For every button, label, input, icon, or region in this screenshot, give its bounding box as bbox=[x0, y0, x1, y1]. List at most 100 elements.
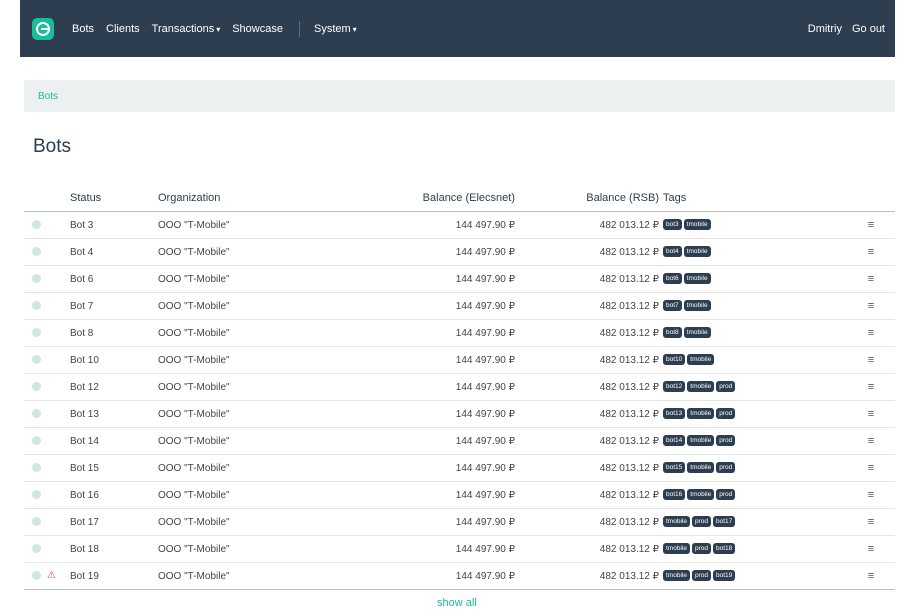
tag-badge[interactable]: tmobile bbox=[687, 408, 715, 420]
bot-name[interactable]: Bot 18 bbox=[70, 535, 158, 563]
tag-badge[interactable]: prod bbox=[716, 435, 736, 447]
tags-cell: bot3 tmobile bbox=[663, 211, 847, 239]
user-name-link[interactable]: Dmitriy bbox=[808, 23, 842, 35]
status-dot-icon bbox=[32, 301, 41, 311]
tag-badge[interactable]: tmobile bbox=[687, 435, 715, 447]
table-row[interactable]: Bot 4 OOO "T-Mobile" 144 497.90 ₽482 013.1… bbox=[24, 238, 895, 266]
tag-badge[interactable]: tmobile bbox=[663, 570, 690, 582]
bot-name[interactable]: Bot 19 bbox=[70, 562, 158, 590]
row-menu-button[interactable]: ≡ bbox=[847, 562, 895, 590]
tag-badge[interactable]: bot18 bbox=[712, 543, 736, 555]
status-cell bbox=[24, 346, 70, 374]
row-menu-button[interactable]: ≡ bbox=[847, 211, 895, 239]
row-menu-button[interactable]: ≡ bbox=[847, 508, 895, 536]
nav-showcase[interactable]: Showcase bbox=[232, 23, 283, 35]
bot-name[interactable]: Bot 13 bbox=[70, 400, 158, 428]
tag-badge[interactable]: bot17 bbox=[712, 516, 736, 528]
row-menu-button[interactable]: ≡ bbox=[847, 319, 895, 347]
table-row[interactable]: Bot 8 OOO "T-Mobile" 144 497.90 ₽482 013.1… bbox=[24, 319, 895, 347]
tag-badge[interactable]: tmobile bbox=[687, 381, 715, 393]
tags-cell: bot12 tmobile prod bbox=[663, 373, 847, 401]
bot-name[interactable]: Bot 16 bbox=[70, 481, 158, 509]
tag-badge[interactable]: bot4 bbox=[663, 246, 682, 258]
status-dot-icon bbox=[32, 409, 41, 419]
tag-badge[interactable]: tmobile bbox=[663, 543, 690, 555]
tag-badge[interactable]: tmobile bbox=[683, 246, 711, 258]
row-menu-button[interactable]: ≡ bbox=[847, 427, 895, 455]
tag-badge[interactable]: bot15 bbox=[663, 462, 686, 474]
row-menu-button[interactable]: ≡ bbox=[847, 292, 895, 320]
bot-name[interactable]: Bot 12 bbox=[70, 373, 158, 401]
table-row[interactable]: Bot 15 OOO "T-Mobile" 144 497.90 ₽482 013.… bbox=[24, 454, 895, 482]
tag-badge[interactable]: bot6 bbox=[663, 273, 682, 285]
tag-badge[interactable]: prod bbox=[716, 381, 736, 393]
tag-badge[interactable]: bot12 bbox=[663, 381, 686, 393]
tag-badge[interactable]: bot14 bbox=[663, 435, 686, 447]
organization-cell: OOO "T-Mobile" bbox=[158, 562, 313, 590]
table-row[interactable]: Bot 14 OOO "T-Mobile" 144 497.90 ₽482 013.… bbox=[24, 427, 895, 455]
table-row[interactable]: Bot 17 OOO "T-Mobile" 144 497.90 ₽482 013.… bbox=[24, 508, 895, 536]
tag-badge[interactable]: tmobile bbox=[683, 273, 711, 285]
row-menu-button[interactable]: ≡ bbox=[847, 346, 895, 374]
breadcrumb: Bots bbox=[24, 80, 895, 112]
tag-badge[interactable]: prod bbox=[691, 543, 711, 555]
balance-rsb-cell: 482 013.12 ₽ bbox=[519, 508, 663, 536]
organization-cell: OOO "T-Mobile" bbox=[158, 400, 313, 428]
nav-bots[interactable]: Bots bbox=[72, 23, 94, 35]
tag-badge[interactable]: tmobile bbox=[687, 354, 715, 366]
app-logo-icon[interactable] bbox=[32, 17, 54, 40]
bot-name[interactable]: Bot 17 bbox=[70, 508, 158, 536]
table-row[interactable]: Bot 18 OOO "T-Mobile" 144 497.90 ₽482 013.… bbox=[24, 535, 895, 563]
tag-badge[interactable]: prod bbox=[691, 516, 711, 528]
nav-system[interactable]: System ▾ bbox=[314, 23, 357, 35]
table-row[interactable]: Bot 10 OOO "T-Mobile" 144 497.90 ₽482 013.… bbox=[24, 346, 895, 374]
balance-elecsnet-cell: 144 497.90 ₽ bbox=[313, 562, 519, 590]
row-menu-button[interactable]: ≡ bbox=[847, 400, 895, 428]
status-cell bbox=[24, 508, 70, 536]
table-row[interactable]: Bot 12 OOO "T-Mobile" 144 497.90 ₽482 013.… bbox=[24, 373, 895, 401]
tag-badge[interactable]: prod bbox=[691, 570, 711, 582]
bot-name[interactable]: Bot 10 bbox=[70, 346, 158, 374]
tag-badge[interactable]: bot10 bbox=[663, 354, 686, 366]
table-row[interactable]: ⚠ Bot 19 OOO "T-Mobile" 144 497.90 ₽482 013… bbox=[24, 562, 895, 590]
tag-badge[interactable]: bot3 bbox=[663, 219, 682, 231]
bot-name[interactable]: Bot 14 bbox=[70, 427, 158, 455]
logout-link[interactable]: Go out bbox=[852, 23, 885, 35]
row-menu-button[interactable]: ≡ bbox=[847, 481, 895, 509]
table-row[interactable]: Bot 3 OOO "T-Mobile" 144 497.90 ₽482 013.1… bbox=[24, 211, 895, 239]
tag-badge[interactable]: tmobile bbox=[687, 489, 715, 501]
tag-badge[interactable]: bot16 bbox=[663, 489, 686, 501]
table-row[interactable]: Bot 16 OOO "T-Mobile" 144 497.90 ₽482 013.… bbox=[24, 481, 895, 509]
tag-badge[interactable]: tmobile bbox=[687, 462, 715, 474]
nav-transactions[interactable]: Transactions ▾ bbox=[152, 23, 221, 35]
bot-name[interactable]: Bot 6 bbox=[70, 265, 158, 293]
tag-badge[interactable]: bot8 bbox=[663, 327, 682, 339]
show-all-link[interactable]: show all bbox=[437, 597, 477, 609]
tag-badge[interactable]: tmobile bbox=[683, 219, 711, 231]
tag-badge[interactable]: bot7 bbox=[663, 300, 682, 312]
tag-badge[interactable]: tmobile bbox=[683, 300, 711, 312]
tag-badge[interactable]: prod bbox=[716, 489, 736, 501]
table-row[interactable]: Bot 6 OOO "T-Mobile" 144 497.90 ₽482 013.1… bbox=[24, 265, 895, 293]
tag-badge[interactable]: bot19 bbox=[712, 570, 736, 582]
bot-name[interactable]: Bot 3 bbox=[70, 211, 158, 239]
tag-badge[interactable]: prod bbox=[716, 462, 736, 474]
tag-badge[interactable]: bot13 bbox=[663, 408, 686, 420]
row-menu-button[interactable]: ≡ bbox=[847, 535, 895, 563]
table-row[interactable]: Bot 13 OOO "T-Mobile" 144 497.90 ₽482 013.… bbox=[24, 400, 895, 428]
tag-badge[interactable]: tmobile bbox=[663, 516, 690, 528]
bot-name[interactable]: Bot 8 bbox=[70, 319, 158, 347]
tag-badge[interactable]: prod bbox=[716, 408, 736, 420]
row-menu-button[interactable]: ≡ bbox=[847, 373, 895, 401]
balance-rsb-cell: 482 013.12 ₽ bbox=[519, 400, 663, 428]
breadcrumb-current[interactable]: Bots bbox=[38, 91, 58, 102]
row-menu-button[interactable]: ≡ bbox=[847, 454, 895, 482]
row-menu-button[interactable]: ≡ bbox=[847, 265, 895, 293]
nav-clients[interactable]: Clients bbox=[106, 23, 140, 35]
row-menu-button[interactable]: ≡ bbox=[847, 238, 895, 266]
tag-badge[interactable]: tmobile bbox=[683, 327, 711, 339]
bot-name[interactable]: Bot 15 bbox=[70, 454, 158, 482]
bot-name[interactable]: Bot 4 bbox=[70, 238, 158, 266]
bot-name[interactable]: Bot 7 bbox=[70, 292, 158, 320]
table-row[interactable]: Bot 7 OOO "T-Mobile" 144 497.90 ₽482 013.1… bbox=[24, 292, 895, 320]
